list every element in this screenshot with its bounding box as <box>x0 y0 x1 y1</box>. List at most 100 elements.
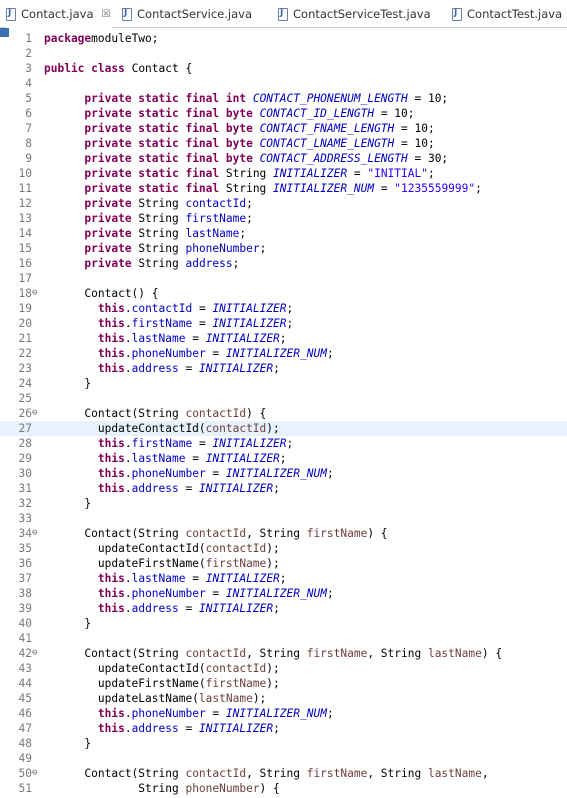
code-line[interactable]: 26 ⊖ Contact(String contactId) { <box>0 406 567 421</box>
code-token: INITIALIZER <box>212 437 287 450</box>
line-number: 1 <box>25 32 32 45</box>
line-number: 20 <box>18 317 32 330</box>
code-line[interactable]: 15 private String phoneNumber; <box>0 241 567 256</box>
code-token: = 10; <box>394 122 435 135</box>
code-line[interactable]: 23 this.address = INITIALIZER; <box>0 361 567 376</box>
code-token: ; <box>273 482 280 495</box>
code-token: contactId <box>185 767 247 780</box>
code-line[interactable]: 42 ⊖ Contact(String contactId, String fir… <box>0 646 567 661</box>
code-line[interactable]: 29 this.lastName = INITIALIZER; <box>0 451 567 466</box>
code-token: Contact { <box>124 62 193 75</box>
line-number: 38 <box>18 587 32 600</box>
code-line[interactable]: 46 this.phoneNumber = INITIALIZER_NUM; <box>0 706 567 721</box>
code-line[interactable]: 16 private String address; <box>0 256 567 271</box>
code-line[interactable]: 21 this.lastName = INITIALIZER; <box>0 331 567 346</box>
code-line[interactable]: 1 packagemoduleTwo; <box>0 31 567 46</box>
tab-contactservice-java[interactable]: ContactService.java <box>122 0 272 28</box>
code-line[interactable]: 49 <box>0 751 567 766</box>
code-line[interactable]: 8 private static final byte CONTACT_LNAM… <box>0 136 567 151</box>
code-line[interactable]: 22 this.phoneNumber = INITIALIZER_NUM; <box>0 346 567 361</box>
code-text: private static final byte CONTACT_ADDRES… <box>44 151 448 166</box>
tab-contactservicetest-java[interactable]: ContactServiceTest.java <box>278 0 438 28</box>
code-line[interactable]: 10 private static final String INITIALIZ… <box>0 166 567 181</box>
code-text: updateLastName(lastName); <box>44 691 266 706</box>
code-token: this <box>97 722 125 735</box>
code-line[interactable]: 13 private String firstName; <box>0 211 567 226</box>
code-line[interactable]: 43 updateContactId(contactId); <box>0 661 567 676</box>
code-token: ; <box>286 437 294 450</box>
code-line[interactable]: 20 this.firstName = INITIALIZER; <box>0 316 567 331</box>
code-line[interactable]: 39 this.address = INITIALIZER; <box>0 601 567 616</box>
code-line[interactable]: 3 public class Contact { <box>0 61 567 76</box>
code-line[interactable]: 19 this.contactId = INITIALIZER; <box>0 301 567 316</box>
code-line[interactable]: 27 updateContactId(contactId); <box>0 421 567 436</box>
fold-toggle-icon[interactable]: ⊖ <box>32 766 41 781</box>
code-token: , String <box>246 767 307 780</box>
code-token: } <box>44 737 92 750</box>
code-token: = <box>192 302 213 315</box>
code-line[interactable]: 48 } <box>0 736 567 751</box>
code-line[interactable]: 47 this.address = INITIALIZER; <box>0 721 567 736</box>
code-line[interactable]: 2 <box>0 46 567 61</box>
code-line[interactable]: 38 this.phoneNumber = INITIALIZER_NUM; <box>0 586 567 601</box>
code-token: this <box>97 302 125 315</box>
code-line[interactable]: 40 } <box>0 616 567 631</box>
code-token: . <box>124 707 132 720</box>
code-line[interactable]: 35 updateContactId(contactId); <box>0 541 567 556</box>
code-line[interactable]: 51 String phoneNumber) { <box>0 781 567 796</box>
code-line[interactable]: 37 this.lastName = INITIALIZER; <box>0 571 567 586</box>
line-number: 2 <box>25 47 32 60</box>
code-token: = <box>192 437 213 450</box>
code-token: updateLastName( <box>44 692 199 705</box>
code-token: String <box>131 257 186 270</box>
code-line[interactable]: 30 this.phoneNumber = INITIALIZER_NUM; <box>0 466 567 481</box>
tab-label: ContactServiceTest.java <box>293 7 431 21</box>
code-line[interactable]: 41 <box>0 631 567 646</box>
code-line[interactable]: 32 } <box>0 496 567 511</box>
code-line[interactable]: 28 this.firstName = INITIALIZER; <box>0 436 567 451</box>
code-line[interactable]: 33 <box>0 511 567 526</box>
code-line[interactable]: 18 ⊖ Contact() { <box>0 286 567 301</box>
code-line[interactable]: 12 private String contactId; <box>0 196 567 211</box>
line-number: 3 <box>25 62 32 75</box>
code-line[interactable]: 4 <box>0 76 567 91</box>
code-token: lastName <box>427 767 482 780</box>
code-line[interactable]: 17 <box>0 271 567 286</box>
code-line[interactable]: 25 <box>0 391 567 406</box>
code-text: this.address = INITIALIZER; <box>44 721 280 736</box>
fold-toggle-icon[interactable]: ⊖ <box>32 406 41 421</box>
code-line[interactable]: 5 private static final int CONTACT_PHONE… <box>0 91 567 106</box>
code-token: lastName <box>198 692 253 705</box>
code-token: this <box>97 482 125 495</box>
code-token: ; <box>475 182 482 195</box>
code-token: = <box>205 347 226 360</box>
code-line[interactable]: 34 ⊖ Contact(String contactId, String fir… <box>0 526 567 541</box>
code-line[interactable]: 45 updateLastName(lastName); <box>0 691 567 706</box>
code-line[interactable]: 50 ⊖ Contact(String contactId, String fir… <box>0 766 567 781</box>
code-line[interactable]: 36 updateFirstName(firstName); <box>0 556 567 571</box>
code-line[interactable]: 9 private static final byte CONTACT_ADDR… <box>0 151 567 166</box>
fold-toggle-icon[interactable]: ⊖ <box>32 286 41 301</box>
code-line[interactable]: 7 private static final byte CONTACT_FNAM… <box>0 121 567 136</box>
code-line[interactable]: 6 private static final byte CONTACT_ID_L… <box>0 106 567 121</box>
close-tab-icon[interactable]: ☒ <box>102 9 111 20</box>
code-token: INITIALIZER <box>198 722 274 735</box>
tab-contacttest-java[interactable]: ContactTest.java <box>452 0 564 28</box>
code-token: class <box>84 62 125 75</box>
line-number: 37 <box>18 572 32 585</box>
tab-contact-java[interactable]: Contact.java ☒ <box>6 0 112 28</box>
fold-toggle-icon[interactable]: ⊖ <box>32 646 41 661</box>
code-token: ; <box>326 587 334 600</box>
code-line[interactable]: 31 this.address = INITIALIZER; <box>0 481 567 496</box>
code-line[interactable]: 11 private static final String INITIALIZ… <box>0 181 567 196</box>
code-token: INITIALIZER <box>212 317 287 330</box>
code-editor[interactable]: 1 packagemoduleTwo; 2 3 public class Contact… <box>0 28 567 798</box>
code-line[interactable]: 14 private String lastName; <box>0 226 567 241</box>
code-line[interactable]: 44 updateFirstName(firstName); <box>0 676 567 691</box>
fold-toggle-icon[interactable]: ⊖ <box>32 526 41 541</box>
code-line[interactable]: 24 } <box>0 376 567 391</box>
